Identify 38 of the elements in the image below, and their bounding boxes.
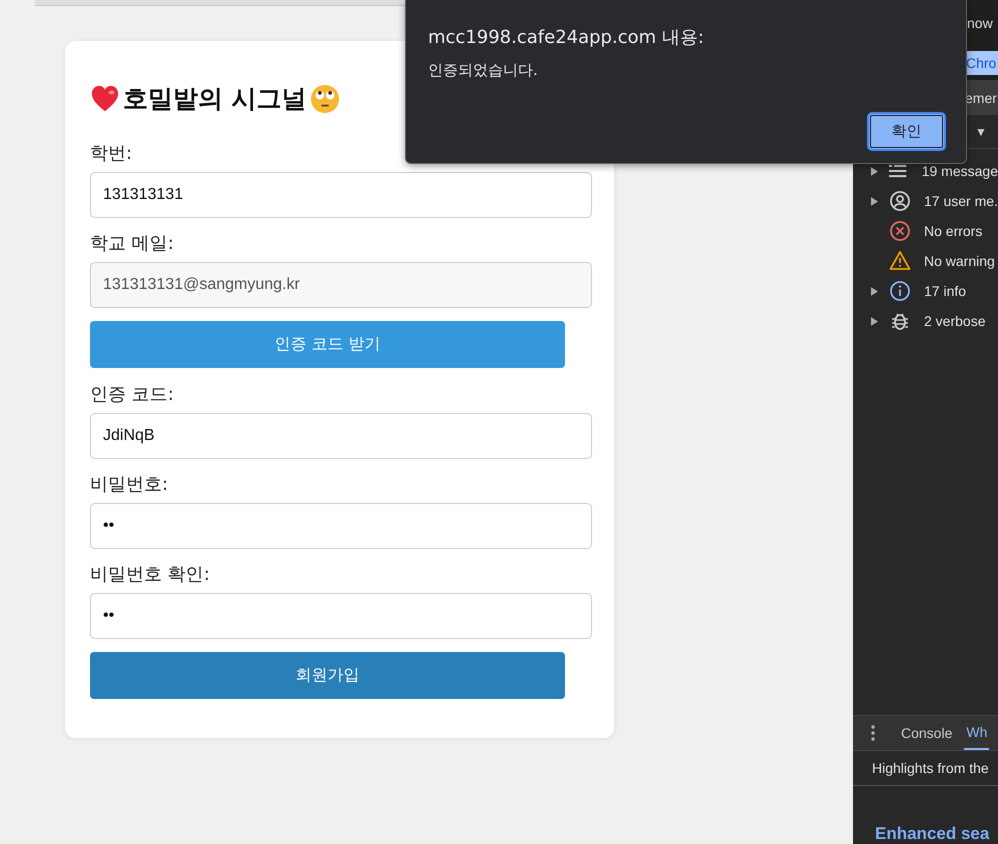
message-filter[interactable]: No warning <box>924 253 995 269</box>
message-filter[interactable]: 17 info <box>924 283 966 299</box>
field-label: 학번: <box>90 142 134 166</box>
user-icon <box>889 190 911 212</box>
input-field[interactable]: 131313131@sangmyung.kr <box>90 262 592 308</box>
expand-caret[interactable] <box>871 316 879 326</box>
face-icon <box>310 84 340 114</box>
message-filter[interactable]: 2 verbose <box>924 313 986 329</box>
dropdown-caret[interactable]: ▼ <box>975 124 987 138</box>
expand-caret[interactable] <box>871 196 879 206</box>
field-label: 학교 메일: <box>90 232 175 256</box>
heart-icon <box>90 84 120 114</box>
info-icon <box>889 280 911 302</box>
message-filter[interactable]: 19 message <box>922 163 998 179</box>
ok-button[interactable]: 확인 <box>867 112 946 151</box>
notice-text: now <box>967 14 993 30</box>
field-label: 인증 코드: <box>90 383 175 407</box>
field-label: 비밀번호 확인: <box>90 563 211 587</box>
warning-icon <box>889 250 911 272</box>
message-filter[interactable]: No errors <box>924 223 982 239</box>
input-field[interactable]: •• <box>90 593 592 639</box>
form-title: 호밀밭의 시그널 <box>123 83 307 115</box>
input-field[interactable]: JdiNqB <box>90 413 592 459</box>
submit-button[interactable]: 회원가입 <box>90 652 565 699</box>
input-field[interactable]: 131313131 <box>90 172 592 218</box>
field-label: 비밀번호: <box>90 473 170 497</box>
menu-icon[interactable] <box>871 725 875 741</box>
drawer-tab[interactable]: Wh <box>964 716 990 750</box>
expand-caret[interactable] <box>871 166 878 176</box>
expand-caret[interactable] <box>871 286 879 296</box>
whats-new-heading: Enhanced sea <box>875 824 990 843</box>
dialog-title: mcc1998.cafe24app.com 내용: <box>428 26 704 49</box>
drawer-tab[interactable]: Console <box>889 716 964 750</box>
input-field[interactable]: •• <box>90 503 592 549</box>
highlights-text: Highlights from the <box>872 760 989 776</box>
error-icon <box>889 220 911 242</box>
dialog-message: 인증되었습니다. <box>428 61 538 80</box>
message-filter[interactable]: 17 user me. <box>924 193 998 209</box>
